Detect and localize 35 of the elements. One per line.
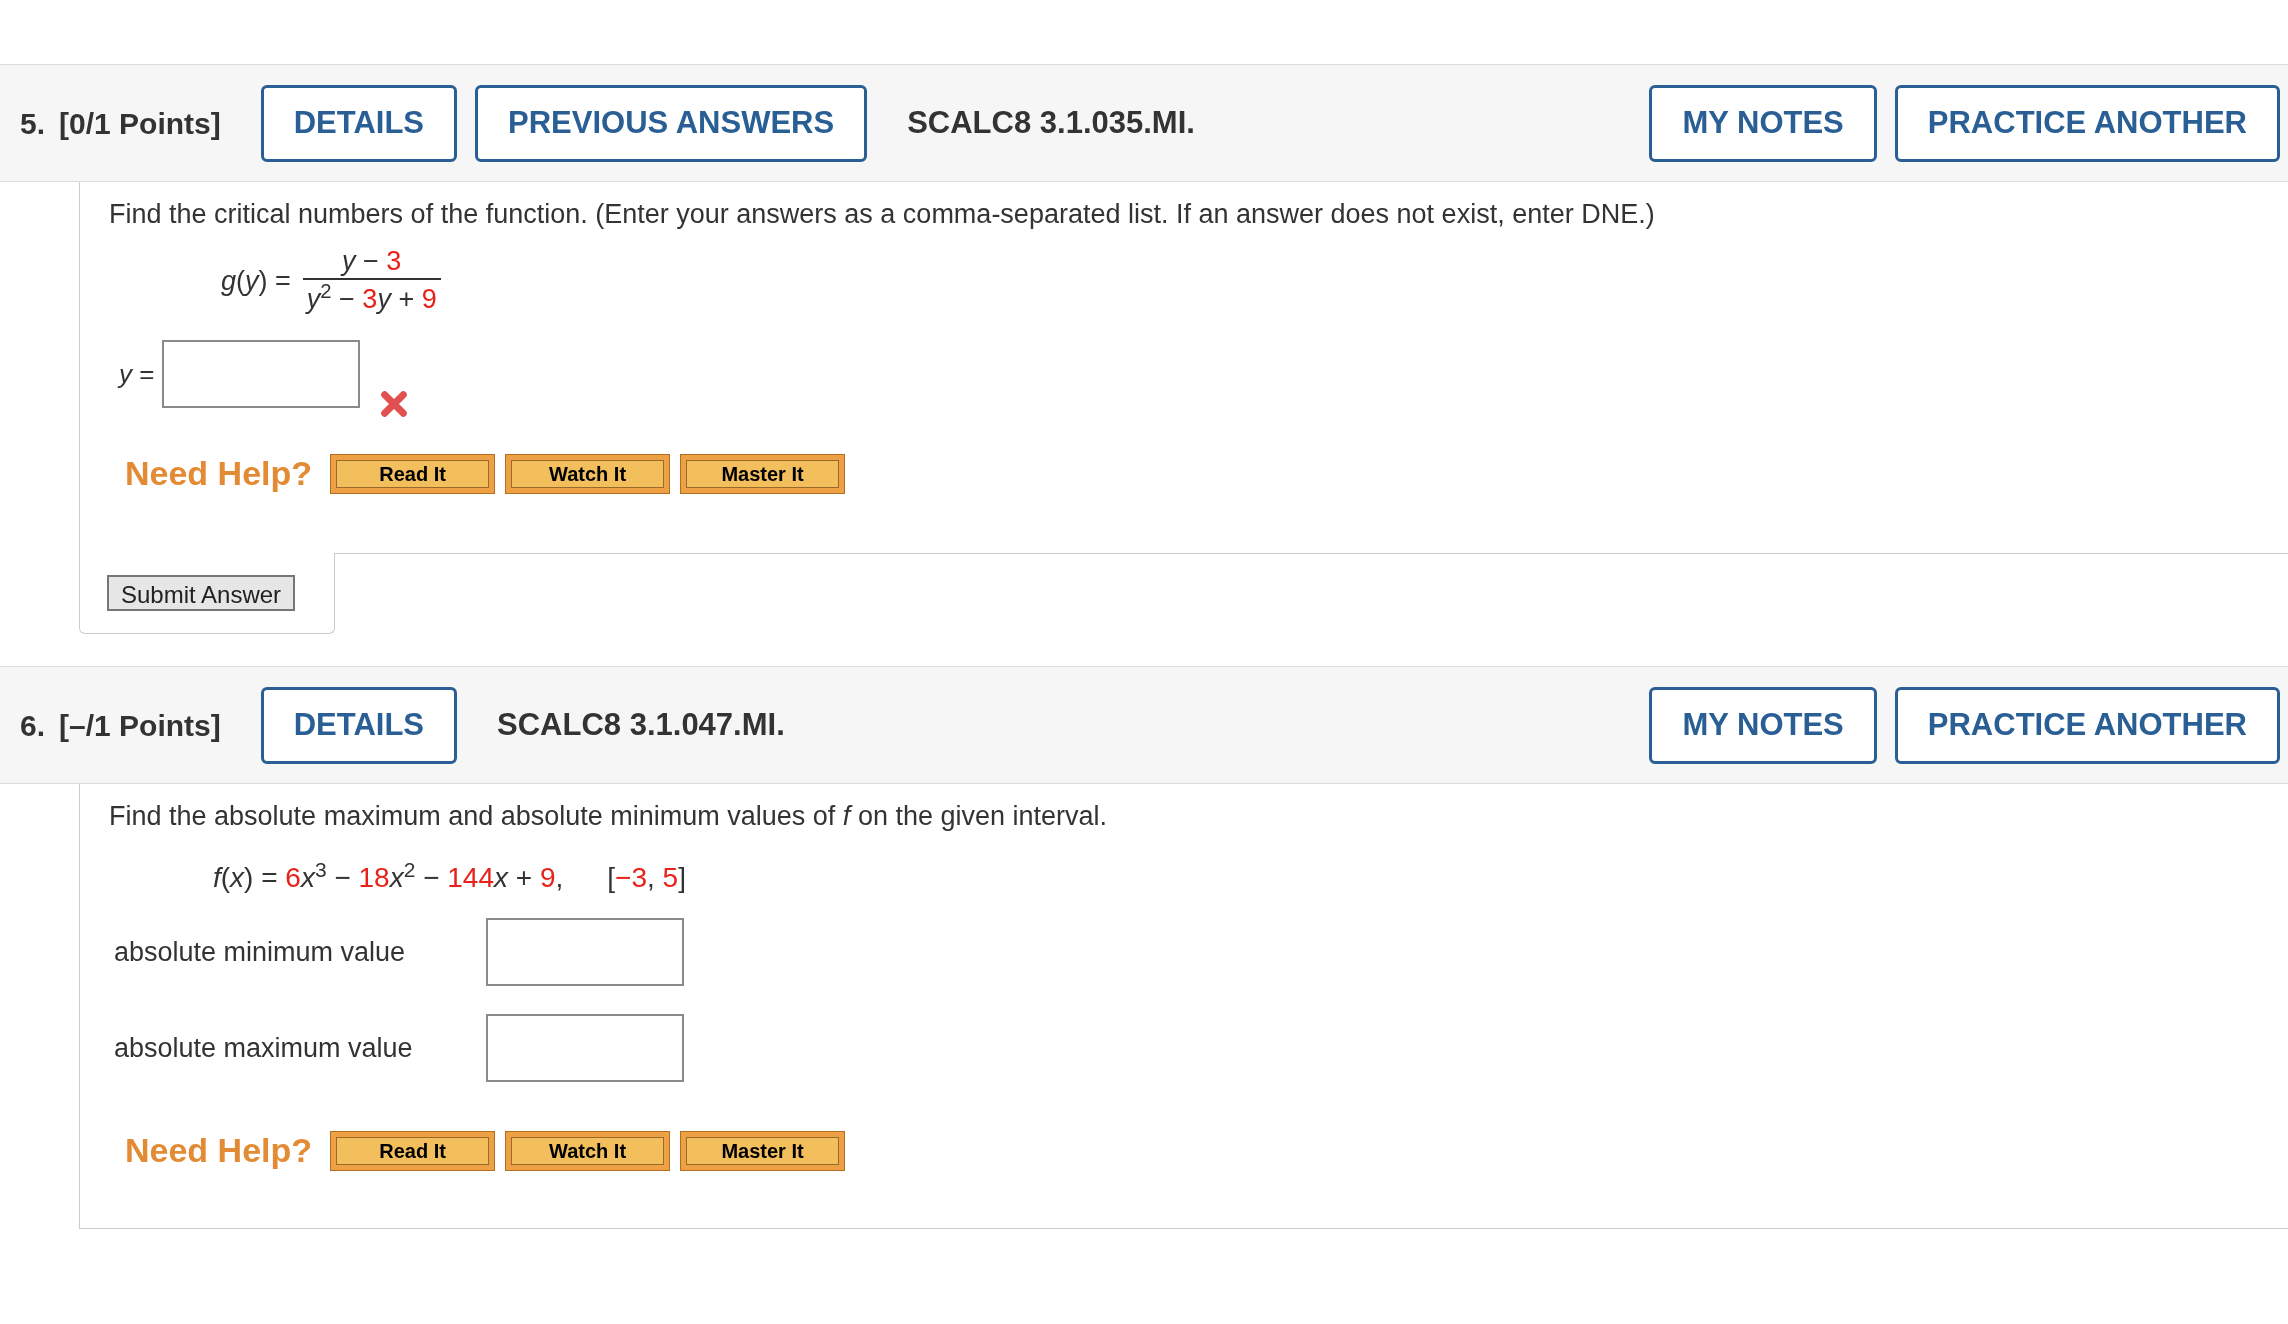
interval: [−3, 5] xyxy=(607,861,686,895)
question-text: Find the critical numbers of the function. (Enter your answers as a comma-separated list. If an answer does not exist, enter DNE.) xyxy=(109,198,1656,230)
function-name: g(y) = xyxy=(221,264,291,298)
denominator: y$^{2}$ − 3y + 9 xyxy=(304,280,438,316)
answer-field[interactable] xyxy=(486,1014,684,1082)
help-button[interactable]: Read It xyxy=(330,453,496,494)
help-button[interactable]: Master It xyxy=(680,453,846,494)
header-button[interactable]: PRACTICE ANOTHER xyxy=(1894,686,2280,764)
help-button[interactable]: Master It xyxy=(680,1130,846,1171)
header-button[interactable]: DETAILS xyxy=(260,686,458,764)
question-number: 5. xyxy=(20,105,46,142)
answer-label: y = xyxy=(119,357,155,391)
problem-code: SCALC8 3.1.047.MI. xyxy=(497,705,785,744)
points-label: [–/1 Points] xyxy=(59,707,221,744)
help-button[interactable]: Read It xyxy=(330,1130,496,1171)
header-button[interactable]: MY NOTES xyxy=(1649,84,1877,162)
need-help-label: Need Help? xyxy=(125,1130,313,1171)
help-button[interactable]: Watch It xyxy=(505,453,671,494)
numerator: y − 3 xyxy=(339,245,403,278)
need-help-label: Need Help? xyxy=(125,453,313,494)
points-label: [0/1 Points] xyxy=(59,105,221,142)
header-button[interactable]: DETAILS xyxy=(260,84,458,162)
header-button[interactable]: PREVIOUS ANSWERS xyxy=(475,84,868,162)
header-button[interactable]: MY NOTES xyxy=(1649,686,1877,764)
question-number: 6. xyxy=(20,707,46,744)
answer-field[interactable] xyxy=(486,918,684,986)
answer-label: absolute maximum value xyxy=(114,1031,414,1065)
problem-code: SCALC8 3.1.035.MI. xyxy=(907,103,1195,142)
question-text: Find the absolute maximum and absolute minimum values of f on the given interval. xyxy=(109,800,1109,832)
help-button[interactable]: Watch It xyxy=(505,1130,671,1171)
answer-label: absolute minimum value xyxy=(114,935,407,969)
header-button[interactable]: PRACTICE ANOTHER xyxy=(1894,84,2280,162)
function-formula: f(x) = 6x$^{3}$ − 18x$^{2}$ − 144x + 9, xyxy=(213,858,564,895)
submit-answer-button[interactable]: Submit Answer xyxy=(107,575,296,611)
answer-field[interactable] xyxy=(162,340,361,408)
